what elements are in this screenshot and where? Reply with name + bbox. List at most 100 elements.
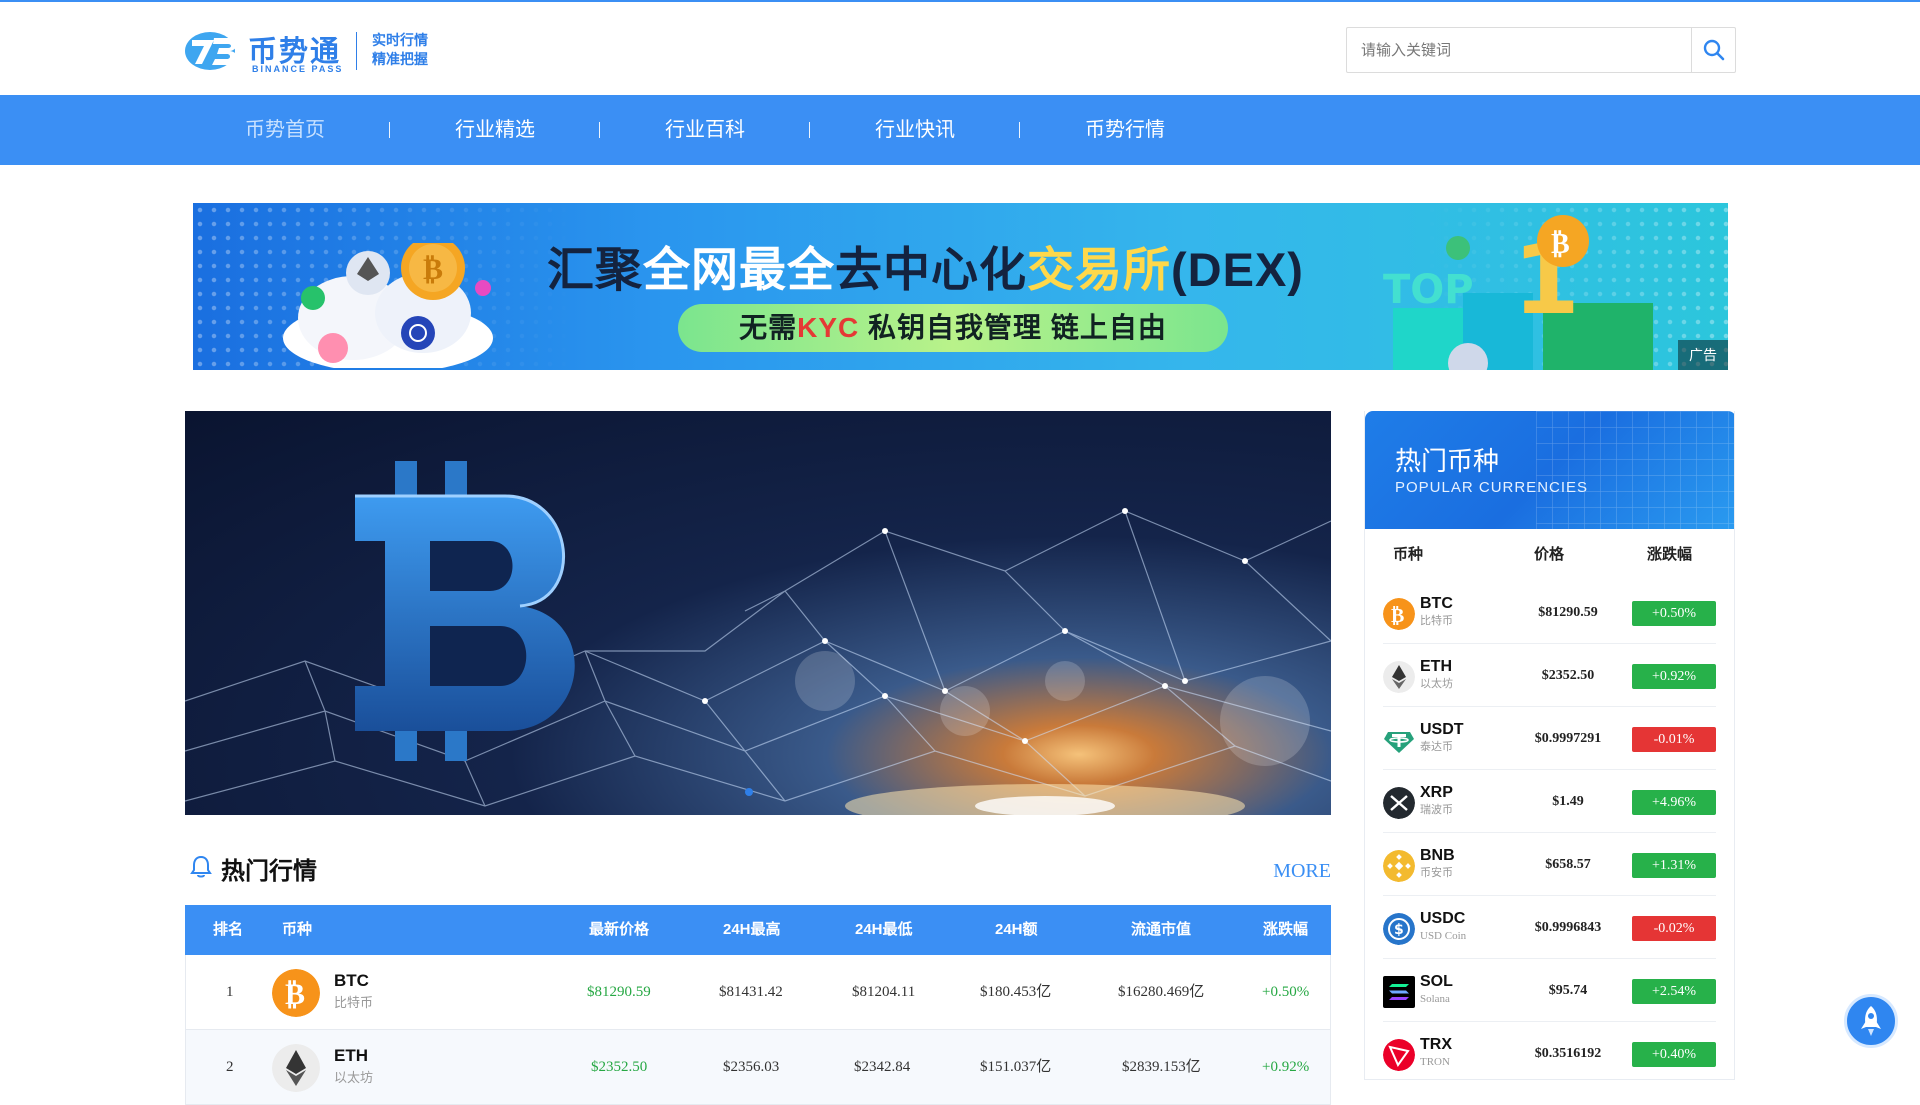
- popular-currencies-banner: 热门币种 POPULAR CURRENCIES: [1365, 411, 1734, 529]
- col-change: 涨跌幅: [1647, 546, 1693, 563]
- coin-change: -0.01%: [1632, 727, 1716, 752]
- nav-item-news[interactable]: 行业快讯: [810, 95, 1020, 165]
- search-icon: [1703, 39, 1724, 61]
- ad-sub-prefix: 无需: [739, 312, 798, 343]
- market-table: 排名 币种 最新价格 24H最高 24H最低 24H额 流通市值 涨跌幅 1 ₿…: [185, 905, 1331, 1105]
- list-item[interactable]: XRP 瑞波币 $1.49 +4.96%: [1383, 770, 1716, 833]
- row-volume: $180.453亿: [980, 984, 1052, 1000]
- coin-price: $1.49: [1552, 794, 1584, 809]
- ad-headline-middle: 去中心化: [835, 243, 1027, 296]
- bell-icon: [190, 855, 212, 878]
- ad-sub-suffix: 私钥自我管理 链上自由: [859, 312, 1167, 343]
- ad-headline-exchange: 交易所: [1027, 243, 1171, 296]
- rocket-icon: [1861, 1006, 1881, 1036]
- list-item[interactable]: USDT 泰达币 $0.9997291 -0.01%: [1383, 707, 1716, 770]
- slogan-line-1: 实时行情: [372, 32, 428, 48]
- coin-price: $0.9997291: [1534, 731, 1602, 746]
- usdt-icon: [1384, 732, 1414, 753]
- coin-symbol: TRX: [1420, 1036, 1452, 1053]
- svg-text:₿: ₿: [285, 977, 305, 1012]
- row-price: $81290.59: [587, 984, 651, 1000]
- table-row[interactable]: 1 ₿ BTC 比特币 $81290.59 $81431.42 $81204.1…: [185, 955, 1331, 1030]
- hot-market-title: 热门行情: [221, 858, 317, 885]
- row-price: $2352.50: [591, 1059, 648, 1075]
- ad-banner[interactable]: ₿ 汇聚全网最全去中心化交易所(DEX) 无需KYC 私钥自我管理 链上自由 T…: [193, 203, 1728, 370]
- row-name: 以太坊: [334, 1070, 374, 1085]
- col-change: 涨跌幅: [1263, 921, 1309, 938]
- col-coin: 币种: [282, 921, 313, 938]
- sol-icon: [1383, 976, 1415, 1008]
- row-rank: 2: [226, 1059, 234, 1075]
- popular-title: 热门币种: [1395, 446, 1500, 476]
- bnb-icon: [1383, 850, 1415, 882]
- trx-icon: [1383, 1039, 1415, 1071]
- row-symbol: BTC: [334, 971, 369, 990]
- ad-headline-prefix: 汇聚: [547, 243, 643, 296]
- row-high: $2356.03: [723, 1059, 780, 1075]
- coin-price: $81290.59: [1538, 605, 1598, 620]
- crypto-cloud-illustration: ₿: [283, 243, 493, 368]
- svg-text:₿: ₿: [423, 252, 443, 287]
- coin-symbol: ETH: [1420, 658, 1452, 675]
- row-low: $2342.84: [854, 1059, 911, 1075]
- site-logo[interactable]: 币势通 BINANCE PASS 实时行情 精准把握: [184, 28, 444, 76]
- col-price: 价格: [1534, 546, 1565, 563]
- coin-price: $95.74: [1548, 983, 1588, 998]
- banner-grid-pattern: [1536, 411, 1734, 529]
- nav-item-home[interactable]: 币势首页: [180, 95, 390, 165]
- list-item[interactable]: ₿ BTC 比特币 $81290.59 +0.50%: [1383, 581, 1716, 644]
- carousel-indicator[interactable]: [745, 788, 753, 796]
- logo-english-name: BINANCE PASS: [252, 64, 344, 74]
- ad-headline-suffix: (DEX): [1171, 243, 1304, 296]
- col-price: 最新价格: [589, 921, 650, 938]
- slogan-line-2: 精准把握: [372, 51, 428, 67]
- coin-change: +0.40%: [1632, 1042, 1716, 1067]
- nav-item-wiki[interactable]: 行业百科: [600, 95, 810, 165]
- coin-symbol: SOL: [1420, 973, 1453, 990]
- table-row[interactable]: 2 ETH 以太坊 $2352.50 $2356.03 $2342.84 $15…: [185, 1030, 1331, 1105]
- btc-icon: ₿: [272, 969, 320, 1017]
- search-input[interactable]: [1347, 28, 1693, 72]
- coin-name: TRON: [1420, 1056, 1450, 1068]
- coin-name: Solana: [1420, 993, 1450, 1005]
- list-item[interactable]: $ USDC USD Coin $0.9996843 -0.02%: [1383, 896, 1716, 959]
- ad-badge-top: TOP: [1383, 267, 1474, 313]
- market-table-header: 排名 币种 最新价格 24H最高 24H最低 24H额 流通市值 涨跌幅: [185, 905, 1331, 955]
- svg-text:₿: ₿: [1551, 227, 1570, 260]
- list-item[interactable]: TRX TRON $0.3516192 +0.40%: [1383, 1022, 1716, 1079]
- popular-subtitle: POPULAR CURRENCIES: [1395, 479, 1589, 496]
- eth-icon: [272, 1044, 320, 1092]
- search-button[interactable]: [1691, 28, 1735, 72]
- coin-name: 瑞波币: [1420, 804, 1453, 816]
- list-item[interactable]: SOL Solana $95.74 +2.54%: [1383, 959, 1716, 1022]
- col-high: 24H最高: [723, 921, 781, 938]
- coin-change: +0.92%: [1632, 664, 1716, 689]
- hero-carousel[interactable]: [185, 411, 1331, 815]
- coin-price: $658.57: [1545, 857, 1591, 872]
- svg-text:$: $: [1394, 922, 1404, 938]
- row-change: +0.92%: [1262, 1059, 1310, 1075]
- back-to-top-button[interactable]: [1844, 994, 1898, 1048]
- usdc-icon: $: [1383, 913, 1415, 945]
- logo-mark-icon: [185, 32, 238, 70]
- svg-text:₿: ₿: [1391, 603, 1404, 627]
- nav-item-market[interactable]: 币势行情: [1020, 95, 1230, 165]
- ad-sub-kyc: KYC: [797, 312, 860, 343]
- row-volume: $151.037亿: [980, 1059, 1052, 1075]
- ad-headline: 汇聚全网最全去中心化交易所(DEX): [547, 231, 1304, 300]
- list-item[interactable]: BNB 币安币 $658.57 +1.31%: [1383, 833, 1716, 896]
- top1-illustration: TOP 1 ₿: [1383, 215, 1653, 370]
- hot-market-header: 热门行情 MORE: [185, 846, 1331, 886]
- coin-change: +4.96%: [1632, 790, 1716, 815]
- coin-price: $0.9996843: [1534, 920, 1602, 935]
- xrp-icon: [1383, 787, 1415, 819]
- coin-symbol: USDC: [1420, 910, 1466, 927]
- search-box: [1346, 27, 1736, 73]
- nav-item-selected[interactable]: 行业精选: [390, 95, 600, 165]
- site-header: 币势通 BINANCE PASS 实时行情 精准把握: [0, 2, 1920, 95]
- more-link[interactable]: MORE: [1273, 860, 1331, 883]
- row-mcap: $2839.153亿: [1122, 1059, 1201, 1075]
- col-rank: 排名: [213, 921, 244, 938]
- btc-icon: ₿: [1383, 598, 1415, 630]
- list-item[interactable]: ETH 以太坊 $2352.50 +0.92%: [1383, 644, 1716, 707]
